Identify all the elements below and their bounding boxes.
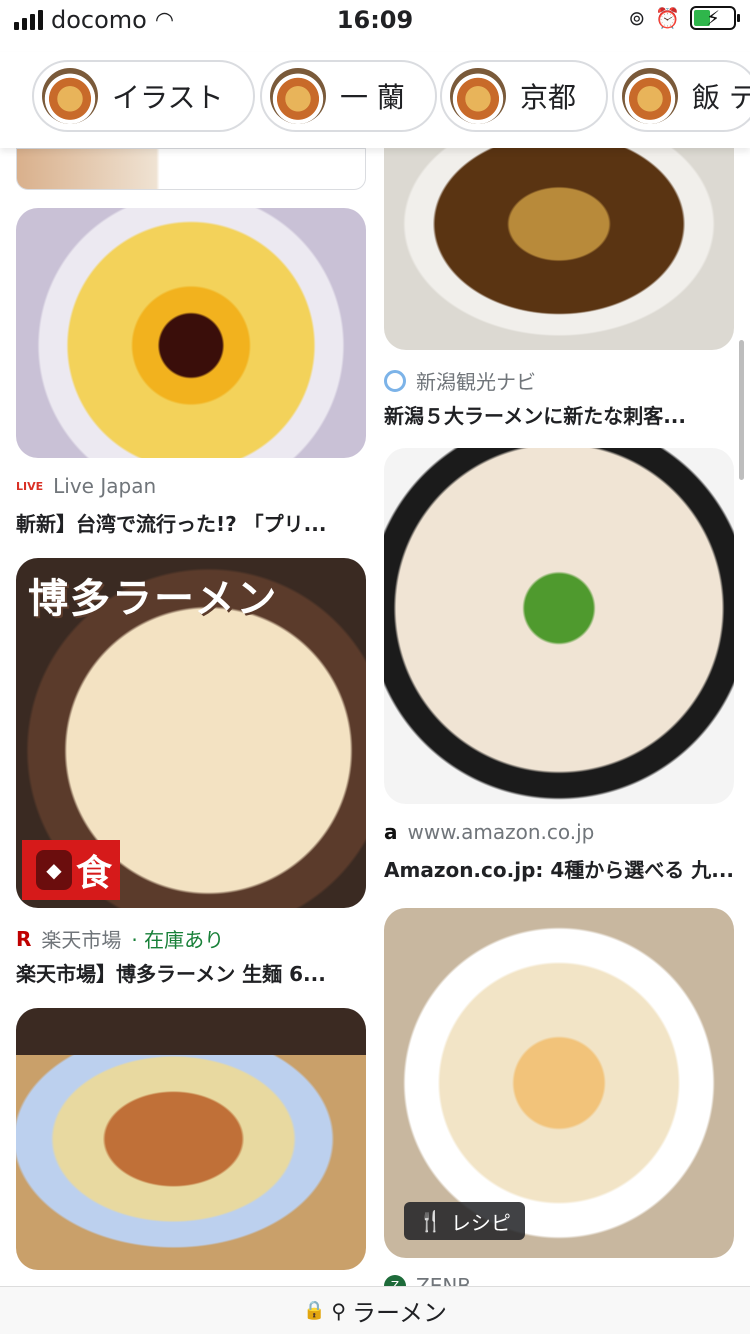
search-query: ラーメン [352,1299,448,1327]
chip-label: 京都 [520,81,577,114]
niigata-icon [384,369,406,392]
result-image-jiro-ramen[interactable] [16,1008,366,1270]
scrollbar[interactable] [739,340,744,480]
alarm-icon: ⏰ [655,6,680,30]
cutlery-icon: 🍴 [418,1209,443,1233]
chip-thumbnail [270,68,326,124]
battery-icon: ⚡ [690,6,740,30]
result-source[interactable]: a www.amazon.co.jp [384,820,594,844]
suggestion-chips: イラスト 一 蘭 京都 飯 テ [0,52,750,148]
result-source[interactable]: R 楽天市場 · 在庫あり [16,924,224,953]
result-source[interactable]: 新潟観光ナビ [384,366,536,395]
amazon-icon: a [384,820,398,844]
chip-label: イラスト [112,81,224,114]
result-source[interactable]: LIVE Live Japan [16,474,156,498]
status-bar: docomo ◠ 16:09 ⊚ ⏰ ⚡ [0,0,750,42]
rakuten-icon: R [16,926,32,951]
image-badge: ◆ 食 [22,840,120,900]
result-image-hakata-ramen[interactable]: 博多ラーメン ◆ 食 [16,558,366,908]
chip-label: 飯 テ [692,81,750,114]
stock-status: · 在庫あり [131,928,225,952]
recipe-badge: 🍴 レシピ [404,1202,525,1240]
result-image-tonkotsu-ramen[interactable] [384,448,734,804]
tag-icon: ◆ [36,850,72,890]
chip-thumbnail [450,68,506,124]
search-icon: ⚲ [331,1298,347,1323]
chip-thumbnail [42,68,98,124]
chip-kyoto[interactable]: 京都 [440,60,609,132]
chip-ichiran[interactable]: 一 蘭 [260,60,437,132]
image-overlay-text: 博多ラーメン [28,576,279,622]
address-bar[interactable]: 🔒 ⚲ ラーメン [0,1286,750,1334]
result-image-shio-ramen[interactable]: 🍴 レシピ [384,908,734,1258]
chip-meshi[interactable]: 飯 テ [612,60,750,132]
lock-icon: 🔒 [302,1300,326,1321]
result-image-pudding-ramen[interactable] [16,208,366,458]
result-title[interactable]: 新潟５大ラーメンに新たな刺客... [384,400,734,429]
chip-thumbnail [622,68,678,124]
result-title[interactable]: 楽天市場】博多ラーメン 生麺 6... [16,958,366,987]
chip-illust[interactable]: イラスト [32,60,256,132]
result-title[interactable]: Amazon.co.jp: 4種から選べる 九... [384,854,734,883]
live-japan-icon: LIVE [16,479,44,493]
result-image-partial[interactable] [16,148,366,190]
rotation-lock-icon: ⊚ [628,6,646,30]
chip-label: 一 蘭 [340,81,405,114]
result-image-shoyu-ramen[interactable] [384,140,734,350]
result-title[interactable]: 斬新】台湾で流行った!? 「プリ... [16,508,366,537]
